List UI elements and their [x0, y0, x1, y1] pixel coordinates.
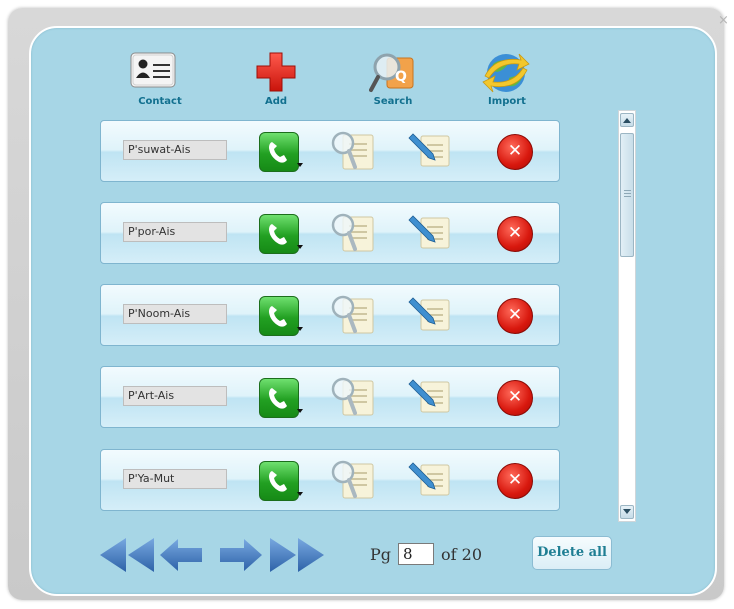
- view-details-icon[interactable]: [327, 211, 377, 255]
- edit-icon[interactable]: [407, 132, 453, 170]
- edit-icon[interactable]: [407, 214, 453, 252]
- contact-name-field[interactable]: P'Noom-Ais: [123, 304, 227, 324]
- delete-icon[interactable]: ✕: [497, 380, 533, 416]
- add-tool-button[interactable]: Add: [236, 50, 316, 110]
- contact-row: P'por-Ais ✕: [100, 202, 560, 264]
- phone-icon[interactable]: [259, 296, 299, 336]
- contact-name-field[interactable]: P'por-Ais: [123, 222, 227, 242]
- phone-icon[interactable]: [259, 214, 299, 254]
- view-details-icon[interactable]: [327, 458, 377, 502]
- phone-dropdown-caret-icon[interactable]: [297, 327, 303, 331]
- scroll-thumb[interactable]: [620, 133, 634, 257]
- svg-text:Q: Q: [395, 69, 407, 85]
- contact-tool-label: Contact: [138, 96, 182, 107]
- contact-card-icon: [130, 52, 176, 92]
- delete-icon[interactable]: ✕: [497, 134, 533, 170]
- search-tool-label: Search: [373, 96, 413, 107]
- import-tool-label: Import: [488, 96, 526, 107]
- phone-dropdown-caret-icon[interactable]: [297, 409, 303, 413]
- phone-icon[interactable]: [259, 461, 299, 501]
- delete-all-button[interactable]: Delete all: [532, 536, 612, 570]
- import-tool-button[interactable]: Import: [467, 50, 547, 110]
- contact-row: P'Art-Ais ✕: [100, 366, 560, 428]
- delete-icon[interactable]: ✕: [497, 463, 533, 499]
- delete-icon[interactable]: ✕: [497, 298, 533, 334]
- phone-dropdown-caret-icon[interactable]: [297, 163, 303, 167]
- close-icon[interactable]: ×: [718, 14, 729, 27]
- view-details-icon[interactable]: [327, 293, 377, 337]
- first-page-icon[interactable]: [98, 536, 156, 578]
- search-magnifier-icon: Q: [369, 50, 417, 100]
- scrollbar[interactable]: [618, 110, 636, 522]
- search-tool-button[interactable]: Q Search: [353, 50, 433, 110]
- add-tool-label: Add: [264, 96, 288, 107]
- page-total-label: of 20: [441, 545, 482, 564]
- scroll-down-icon[interactable]: [620, 505, 634, 519]
- contact-name-field[interactable]: P'Ya-Mut: [123, 469, 227, 489]
- phone-icon[interactable]: [259, 378, 299, 418]
- last-page-icon[interactable]: [268, 536, 326, 578]
- edit-icon[interactable]: [407, 378, 453, 416]
- contact-name-field[interactable]: P'Art-Ais: [123, 386, 227, 406]
- page-number-input[interactable]: 8: [398, 543, 434, 565]
- edit-icon[interactable]: [407, 296, 453, 334]
- prev-page-icon[interactable]: [158, 536, 204, 578]
- next-page-icon[interactable]: [218, 536, 264, 578]
- delete-glyph: ✕: [507, 387, 523, 407]
- contact-name-field[interactable]: P'suwat-Ais: [123, 140, 227, 160]
- delete-glyph: ✕: [507, 141, 523, 161]
- scroll-up-icon[interactable]: [620, 113, 634, 127]
- import-globe-icon: [481, 50, 531, 100]
- contact-row: P'suwat-Ais ✕: [100, 120, 560, 182]
- page-label: Pg: [370, 545, 392, 564]
- contact-row: P'Noom-Ais ✕: [100, 284, 560, 346]
- contact-tool-button[interactable]: Contact: [120, 50, 200, 110]
- delete-glyph: ✕: [507, 305, 523, 325]
- add-plus-icon: [254, 50, 298, 98]
- phone-icon[interactable]: [259, 132, 299, 172]
- phone-dropdown-caret-icon[interactable]: [297, 245, 303, 249]
- contact-row: P'Ya-Mut ✕: [100, 449, 560, 511]
- edit-icon[interactable]: [407, 461, 453, 499]
- view-details-icon[interactable]: [327, 129, 377, 173]
- delete-glyph: ✕: [507, 223, 523, 243]
- delete-glyph: ✕: [507, 470, 523, 490]
- delete-icon[interactable]: ✕: [497, 216, 533, 252]
- view-details-icon[interactable]: [327, 375, 377, 419]
- phone-dropdown-caret-icon[interactable]: [297, 492, 303, 496]
